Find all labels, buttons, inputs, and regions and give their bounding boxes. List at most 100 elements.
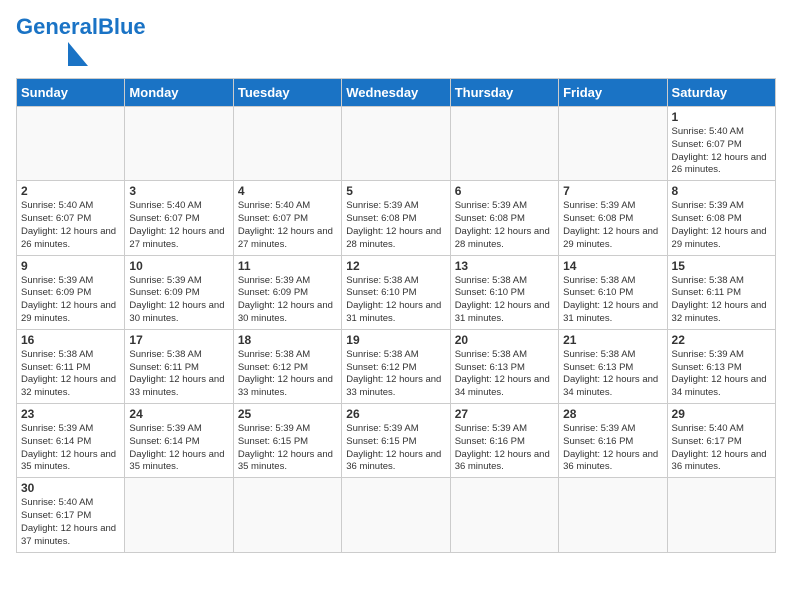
day-number: 11	[238, 259, 337, 273]
day-info: Sunrise: 5:38 AM Sunset: 6:11 PM Dayligh…	[21, 349, 120, 400]
weekday-header-tuesday: Tuesday	[233, 79, 341, 107]
day-info: Sunrise: 5:38 AM Sunset: 6:11 PM Dayligh…	[672, 275, 771, 326]
day-number: 15	[672, 259, 771, 273]
logo-general: General	[16, 14, 98, 39]
week-row-1: 1 Sunrise: 5:40 AM Sunset: 6:07 PM Daylig…	[17, 107, 776, 181]
day-info: Sunrise: 5:39 AM Sunset: 6:09 PM Dayligh…	[21, 275, 120, 326]
calendar-cell: 3Sunrise: 5:40 AM Sunset: 6:07 PM Daylig…	[125, 181, 233, 255]
day-info: Sunrise: 5:38 AM Sunset: 6:13 PM Dayligh…	[563, 349, 662, 400]
day-info: Sunrise: 5:40 AM Sunset: 6:17 PM Dayligh…	[672, 423, 771, 474]
day-info: Sunrise: 5:38 AM Sunset: 6:13 PM Dayligh…	[455, 349, 554, 400]
day-number: 20	[455, 333, 554, 347]
day-info: Sunrise: 5:38 AM Sunset: 6:10 PM Dayligh…	[346, 275, 445, 326]
logo: GeneralBlue	[16, 16, 146, 66]
week-row-2: 2Sunrise: 5:40 AM Sunset: 6:07 PM Daylig…	[17, 181, 776, 255]
calendar-cell: 22 Sunrise: 5:39 AM Sunset: 6:13 PM Dayli…	[667, 329, 775, 403]
day-number: 1	[672, 110, 771, 124]
calendar-cell	[125, 478, 233, 552]
calendar-cell	[342, 478, 450, 552]
calendar-cell	[559, 478, 667, 552]
day-number: 6	[455, 184, 554, 198]
day-number: 26	[346, 407, 445, 421]
calendar-cell: 14 Sunrise: 5:38 AM Sunset: 6:10 PM Dayli…	[559, 255, 667, 329]
calendar-cell: 21Sunrise: 5:38 AM Sunset: 6:13 PM Dayli…	[559, 329, 667, 403]
calendar-cell: 15 Sunrise: 5:38 AM Sunset: 6:11 PM Dayli…	[667, 255, 775, 329]
day-number: 4	[238, 184, 337, 198]
calendar-cell: 16 Sunrise: 5:38 AM Sunset: 6:11 PM Dayli…	[17, 329, 125, 403]
calendar-header: SundayMondayTuesdayWednesdayThursdayFrid…	[17, 79, 776, 107]
day-info: Sunrise: 5:39 AM Sunset: 6:09 PM Dayligh…	[238, 275, 337, 326]
day-info: Sunrise: 5:39 AM Sunset: 6:15 PM Dayligh…	[346, 423, 445, 474]
day-number: 14	[563, 259, 662, 273]
calendar-cell: 27 Sunrise: 5:39 AM Sunset: 6:16 PM Dayli…	[450, 404, 558, 478]
week-row-6: 30 Sunrise: 5:40 AM Sunset: 6:17 PM Dayli…	[17, 478, 776, 552]
day-info: Sunrise: 5:40 AM Sunset: 6:07 PM Dayligh…	[238, 200, 337, 251]
day-info: Sunrise: 5:38 AM Sunset: 6:12 PM Dayligh…	[238, 349, 337, 400]
weekday-header-friday: Friday	[559, 79, 667, 107]
day-info: Sunrise: 5:40 AM Sunset: 6:17 PM Dayligh…	[21, 497, 120, 548]
day-info: Sunrise: 5:38 AM Sunset: 6:10 PM Dayligh…	[563, 275, 662, 326]
calendar-cell	[17, 107, 125, 181]
header: GeneralBlue	[16, 16, 776, 66]
calendar-cell	[233, 107, 341, 181]
calendar-cell	[667, 478, 775, 552]
calendar-cell: 19 Sunrise: 5:38 AM Sunset: 6:12 PM Dayli…	[342, 329, 450, 403]
calendar-cell	[450, 478, 558, 552]
day-info: Sunrise: 5:38 AM Sunset: 6:11 PM Dayligh…	[129, 349, 228, 400]
day-info: Sunrise: 5:39 AM Sunset: 6:14 PM Dayligh…	[21, 423, 120, 474]
calendar-cell: 7 Sunrise: 5:39 AM Sunset: 6:08 PM Daylig…	[559, 181, 667, 255]
calendar-cell: 26 Sunrise: 5:39 AM Sunset: 6:15 PM Dayli…	[342, 404, 450, 478]
day-number: 18	[238, 333, 337, 347]
calendar-cell: 9 Sunrise: 5:39 AM Sunset: 6:09 PM Daylig…	[17, 255, 125, 329]
day-info: Sunrise: 5:39 AM Sunset: 6:08 PM Dayligh…	[563, 200, 662, 251]
calendar-cell: 17 Sunrise: 5:38 AM Sunset: 6:11 PM Dayli…	[125, 329, 233, 403]
logo-text: GeneralBlue	[16, 16, 146, 38]
day-info: Sunrise: 5:40 AM Sunset: 6:07 PM Dayligh…	[21, 200, 120, 251]
day-info: Sunrise: 5:39 AM Sunset: 6:16 PM Dayligh…	[563, 423, 662, 474]
day-info: Sunrise: 5:39 AM Sunset: 6:13 PM Dayligh…	[672, 349, 771, 400]
day-info: Sunrise: 5:39 AM Sunset: 6:09 PM Dayligh…	[129, 275, 228, 326]
weekday-header-sunday: Sunday	[17, 79, 125, 107]
calendar-cell: 10 Sunrise: 5:39 AM Sunset: 6:09 PM Dayli…	[125, 255, 233, 329]
day-number: 29	[672, 407, 771, 421]
weekday-header-wednesday: Wednesday	[342, 79, 450, 107]
calendar-cell: 20 Sunrise: 5:38 AM Sunset: 6:13 PM Dayli…	[450, 329, 558, 403]
weekday-row: SundayMondayTuesdayWednesdayThursdayFrid…	[17, 79, 776, 107]
calendar-cell: 1 Sunrise: 5:40 AM Sunset: 6:07 PM Daylig…	[667, 107, 775, 181]
logo-icon	[16, 38, 96, 66]
day-info: Sunrise: 5:38 AM Sunset: 6:12 PM Dayligh…	[346, 349, 445, 400]
day-number: 22	[672, 333, 771, 347]
day-number: 19	[346, 333, 445, 347]
day-info: Sunrise: 5:40 AM Sunset: 6:07 PM Dayligh…	[672, 126, 771, 177]
week-row-4: 16 Sunrise: 5:38 AM Sunset: 6:11 PM Dayli…	[17, 329, 776, 403]
day-number: 9	[21, 259, 120, 273]
calendar-cell	[125, 107, 233, 181]
day-number: 7	[563, 184, 662, 198]
weekday-header-saturday: Saturday	[667, 79, 775, 107]
day-number: 16	[21, 333, 120, 347]
weekday-header-monday: Monday	[125, 79, 233, 107]
calendar-cell	[233, 478, 341, 552]
calendar-cell: 28Sunrise: 5:39 AM Sunset: 6:16 PM Dayli…	[559, 404, 667, 478]
calendar-cell: 18 Sunrise: 5:38 AM Sunset: 6:12 PM Dayli…	[233, 329, 341, 403]
day-number: 30	[21, 481, 120, 495]
calendar-body: 1 Sunrise: 5:40 AM Sunset: 6:07 PM Daylig…	[17, 107, 776, 553]
day-info: Sunrise: 5:39 AM Sunset: 6:14 PM Dayligh…	[129, 423, 228, 474]
day-number: 27	[455, 407, 554, 421]
day-number: 24	[129, 407, 228, 421]
day-number: 8	[672, 184, 771, 198]
day-number: 23	[21, 407, 120, 421]
day-info: Sunrise: 5:39 AM Sunset: 6:08 PM Dayligh…	[672, 200, 771, 251]
day-info: Sunrise: 5:39 AM Sunset: 6:16 PM Dayligh…	[455, 423, 554, 474]
calendar-cell: 2Sunrise: 5:40 AM Sunset: 6:07 PM Daylig…	[17, 181, 125, 255]
calendar-cell: 24 Sunrise: 5:39 AM Sunset: 6:14 PM Dayli…	[125, 404, 233, 478]
day-number: 17	[129, 333, 228, 347]
day-number: 10	[129, 259, 228, 273]
weekday-header-thursday: Thursday	[450, 79, 558, 107]
calendar-cell: 25Sunrise: 5:39 AM Sunset: 6:15 PM Dayli…	[233, 404, 341, 478]
calendar-cell: 12Sunrise: 5:38 AM Sunset: 6:10 PM Dayli…	[342, 255, 450, 329]
day-info: Sunrise: 5:39 AM Sunset: 6:08 PM Dayligh…	[346, 200, 445, 251]
day-number: 3	[129, 184, 228, 198]
calendar-cell: 13Sunrise: 5:38 AM Sunset: 6:10 PM Dayli…	[450, 255, 558, 329]
day-number: 25	[238, 407, 337, 421]
